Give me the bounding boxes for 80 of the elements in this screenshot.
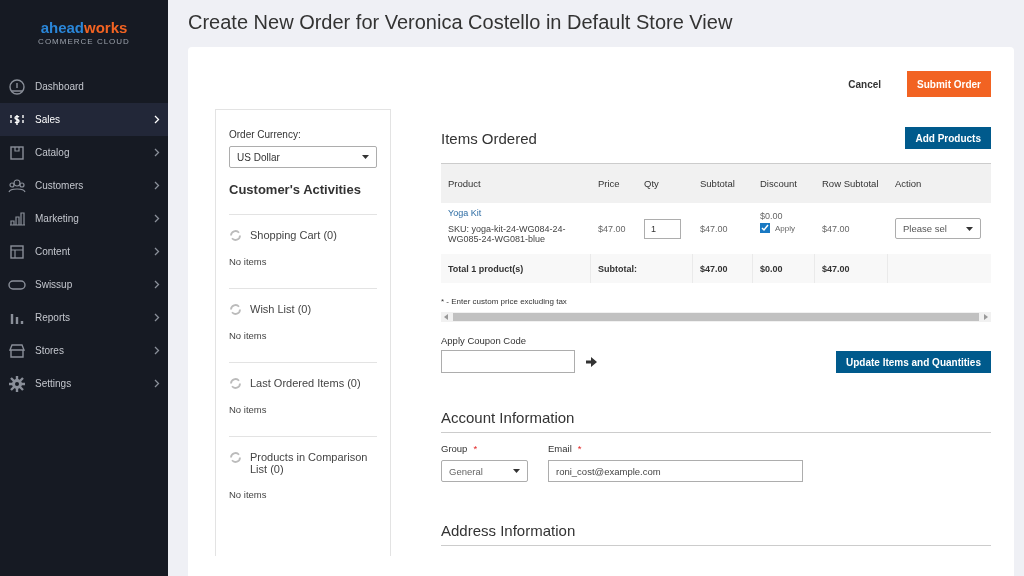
sidebar-item[interactable]: Sales [0,103,168,136]
activity-title: Last Ordered Items (0) [250,377,362,389]
currency-select[interactable]: US Dollar [229,146,377,168]
empty-message: No items [229,489,268,500]
activity-title: Shopping Cart (0) [250,229,338,241]
sku-text: SKU: yoga-kit-24-WG084-24-WG085-24-WG081-blue [448,224,567,244]
column-header: Qty [637,163,693,203]
update-items-button[interactable]: Update Items and Quantities [835,351,991,373]
bar-chart-icon [8,209,26,228]
field-label: Apply Coupon Code [441,335,528,346]
check-icon [761,224,769,232]
column-header: Action [888,163,991,203]
column-header: Price [591,163,637,203]
field-label: Order Currency: [229,129,302,140]
column-header: Row Subtotal [815,163,888,203]
sidebar-item[interactable]: Marketing [0,202,168,235]
group-select[interactable]: General [441,460,528,482]
caret-icon [513,469,520,473]
sidebar-item[interactable]: Stores [0,334,168,367]
horizontal-scrollbar[interactable] [441,312,991,322]
empty-message: No items [229,256,268,267]
total-cell: $0.00 [753,254,815,283]
settings-icon [8,374,26,393]
refresh-icon [229,229,242,242]
sidebar-item[interactable]: Swissup [0,268,168,301]
section-title: Items Ordered [441,129,537,147]
discount-amount: $0.00 [760,211,783,221]
refresh-icon [229,451,242,464]
total-label: Total 1 product(s) [441,254,591,283]
logo: aheadworks [40,19,128,36]
dashboard-icon [8,77,26,96]
activity-title: Wish List (0) [250,303,313,315]
sidebar-item[interactable]: Catalog [0,136,168,169]
cancel-button[interactable]: Cancel [842,77,888,91]
empty-message: No items [229,330,268,341]
subtotal-label: Subtotal: [591,254,693,283]
table-cell-text: $47.00 [597,222,627,236]
price-note: * - Enter custom price excluding tax [441,297,568,306]
sidebar-item[interactable]: Content [0,235,168,268]
apply-checkbox[interactable]: Apply [760,223,795,233]
coupon-field[interactable] [441,350,575,373]
total-cell: $47.00 [815,254,888,283]
people-icon [8,176,26,195]
scroll-left-icon[interactable] [444,314,448,320]
column-header: Product [441,163,591,203]
empty-message: No items [229,404,268,415]
logo-tagline: COMMERCE CLOUD [38,37,130,46]
qty-field[interactable]: 1 [644,218,681,239]
column-header: Discount [753,163,815,203]
scroll-right-icon[interactable] [984,314,988,320]
email-field[interactable]: roni_cost@example.com [548,460,803,482]
caret-icon [362,155,369,159]
layout-icon [8,242,26,261]
section-title: Customer's Activities [229,182,362,197]
section-title: Address Information [441,522,991,546]
sidebar-item[interactable]: Settings [0,367,168,400]
required-mark: * [473,443,478,454]
product-link[interactable]: Yoga Kit [448,208,482,218]
refresh-icon [229,377,242,390]
box-icon [8,143,26,162]
field-label: Group [441,443,468,454]
column-header: Subtotal [693,163,753,203]
sidebar-item[interactable]: Customers [0,169,168,202]
section-title: Account Information [441,409,991,433]
sidebar-item[interactable]: Dashboard [0,70,168,103]
storefront-icon [8,341,26,360]
checkbox[interactable] [760,223,770,233]
required-mark: * [577,443,582,454]
caret-icon [966,226,973,231]
sidebar-item[interactable]: Reports [0,301,168,334]
field-label: Email [548,443,572,454]
action-select[interactable]: Please sel [895,218,981,239]
table-cell-text: $47.00 [699,222,729,236]
activity-title: Products in Comparison List (0) [250,451,369,475]
page-title: Create New Order for Veronica Costello in Default Store View [188,11,734,34]
arrow-right-icon[interactable] [586,356,597,367]
add-products-button[interactable]: Add Products [905,127,991,149]
refresh-icon [229,303,242,316]
table-cell-text: $47.00 [821,222,851,236]
total-cell: $47.00 [693,254,753,283]
